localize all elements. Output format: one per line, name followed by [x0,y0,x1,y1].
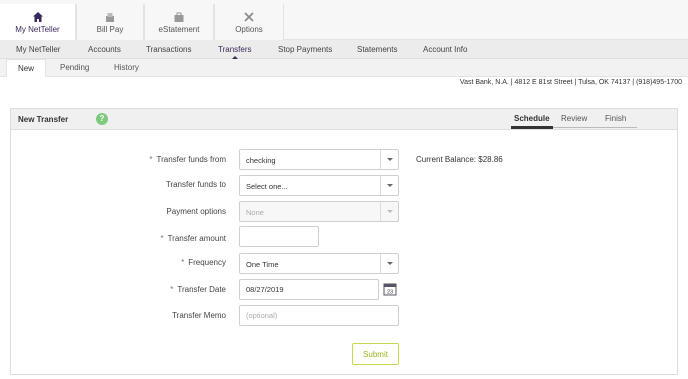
sub-navigation: New Pending History [0,59,688,77]
chevron-down-icon [380,202,398,221]
date-label-text: Transfer Date [177,285,226,294]
required-mark: * [170,285,174,294]
from-account-select[interactable]: checking [239,149,399,170]
panel-header: New Transfer ? Schedule Review Finish [11,109,677,130]
subtab-pending[interactable]: Pending [60,59,89,77]
step-finish: Finish [605,114,627,123]
topnav-label: Bill Pay [96,25,124,34]
amount-input[interactable] [239,226,319,247]
step-schedule: Schedule [514,114,550,123]
tab-statements[interactable]: Statements [357,40,397,59]
payment-options-value: None [246,208,264,217]
tab-accounts[interactable]: Accounts [88,40,121,59]
tab-my-netteller[interactable]: My NetTeller [16,40,60,59]
topnav-label: eStatement [158,25,200,34]
tab-transfers-label: Transfers [218,45,252,54]
subtab-new[interactable]: New [6,59,46,77]
amount-label-text: Transfer amount [167,234,226,243]
transfer-date-input[interactable] [239,279,379,300]
amount-label: * Transfer amount [26,234,226,243]
briefcase-icon [174,12,184,22]
payment-options-label: Payment options [166,207,226,216]
top-navigation: My NetTeller Bill Pay eStatement Options [0,0,688,40]
from-label: * Transfer funds from [26,155,226,164]
step-review: Review [561,114,588,123]
frequency-label: * Frequency [26,258,226,267]
from-account-value: checking [246,156,276,165]
required-mark: * [149,155,153,164]
required-mark: * [181,258,185,267]
help-icon[interactable]: ? [96,113,108,125]
chevron-down-icon [380,150,398,169]
topnav-my-netteller[interactable]: My NetTeller [0,4,76,40]
from-label-text: Transfer funds from [156,155,226,164]
panel-title: New Transfer [18,115,69,124]
to-label: Transfer funds to [165,180,226,189]
payment-options-select: None [239,201,399,222]
bill-pay-icon [106,13,114,22]
step-progress-bar [511,126,553,129]
to-account-select[interactable]: Select one... [239,175,399,196]
memo-input[interactable] [239,305,399,326]
topnav-bill-pay[interactable]: Bill Pay [76,4,144,40]
chevron-down-icon [380,254,398,273]
date-label: * Transfer Date [26,285,226,294]
chevron-down-icon [380,176,398,195]
tools-icon [244,12,254,22]
to-account-value: Select one... [246,182,288,191]
topnav-estatement[interactable]: eStatement [144,4,214,40]
frequency-label-text: Frequency [188,258,226,267]
step-indicator: Schedule Review Finish [511,113,637,129]
topnav-options[interactable]: Options [214,4,284,40]
bank-info: Vast Bank, N.A. | 4812 E 81st Street | T… [459,79,682,86]
calendar-day: 23 [387,290,393,296]
tab-transactions[interactable]: Transactions [146,40,192,59]
topnav-label: Options [235,25,263,34]
home-icon [32,12,43,22]
calendar-icon[interactable]: 23 [383,282,397,296]
memo-label: Transfer Memo [172,311,226,320]
frequency-value: One Time [246,260,279,269]
tab-transfers[interactable]: Transfers [218,40,252,60]
tab-account-info[interactable]: Account Info [423,40,467,59]
required-mark: * [160,234,164,243]
frequency-select[interactable]: One Time [239,253,399,274]
submit-button[interactable]: Submit [352,343,399,365]
topnav-label: My NetTeller [15,25,60,34]
tab-stop-payments[interactable]: Stop Payments [278,40,332,59]
main-navigation: My NetTeller Accounts Transactions Trans… [0,40,688,60]
current-balance: Current Balance: $28.86 [416,155,503,164]
subtab-history[interactable]: History [114,59,139,77]
